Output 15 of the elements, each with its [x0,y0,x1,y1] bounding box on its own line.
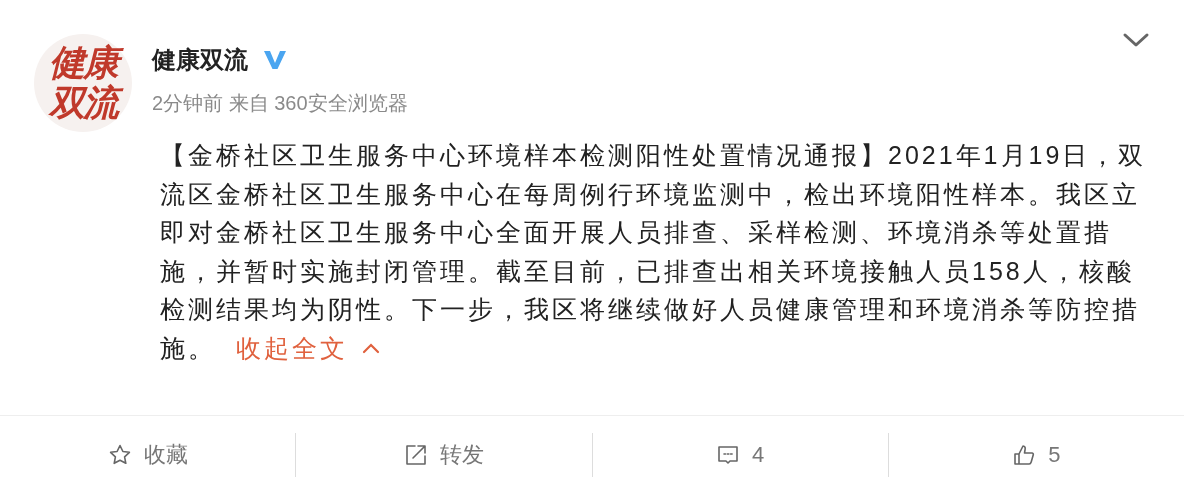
post-meta: 2分钟前 来自 360安全浏览器 [152,91,408,116]
like-button[interactable]: 5 [888,433,1184,477]
repost-button[interactable]: 转发 [296,433,592,477]
collapse-link[interactable]: 收起全文 [236,328,380,367]
thumbs-up-icon [1012,443,1037,467]
comment-icon [716,443,740,467]
star-icon [107,443,132,467]
comment-button[interactable]: 4 [592,433,888,477]
avatar[interactable]: 健康双流 [34,34,132,132]
share-icon [403,443,428,467]
favorite-button[interactable]: 收藏 [0,433,296,477]
author-name[interactable]: 健康双流 [152,44,248,76]
post-text: 【金桥社区卫生服务中心环境样本检测阳性处置情况通报】2021年1月19日，双流区金桥社区卫生服务中心在每周例行环境监测中，检出环境阳性样本。我区立即对金桥社区卫生服务中心全面开展人员排查、采样检测、环境消杀等处置措施，并暂时实施封闭管理。截至目前，已排查出相关环境接触人员158人，核酸检测结果均为阴性。下一步，我区将继续做好人员健康管理和环境消杀等防控措施。 收起全文 [160,136,1160,367]
caret-up-icon [362,341,380,354]
chevron-down-icon[interactable] [1122,32,1150,48]
